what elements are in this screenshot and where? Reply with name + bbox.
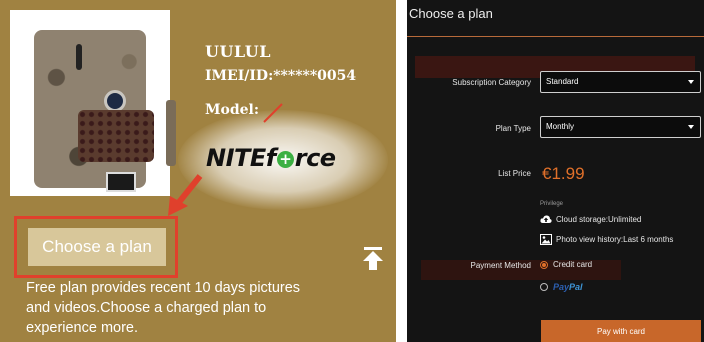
list-price-label: List Price: [498, 169, 531, 178]
radio-unselected-icon: [540, 283, 548, 291]
list-price-value: €1.99: [542, 164, 585, 183]
pay-with-card-button[interactable]: Pay with card: [541, 320, 701, 342]
device-panel: UULUL IMEI/ID:******0054 Model: NITEf + rc…: [0, 0, 396, 342]
image-icon: [540, 234, 552, 245]
subscription-category-label: Subscription Category: [452, 78, 531, 87]
privilege-cloud-storage: Cloud storage:Unlimited: [540, 214, 641, 225]
cloud-icon: [540, 215, 552, 223]
chevron-down-icon: [688, 80, 694, 84]
privilege-text: Cloud storage:Unlimited: [556, 215, 642, 224]
payment-method-label: Payment Method: [470, 261, 531, 270]
choose-plan-dialog: Choose a plan Subscription Category Stan…: [407, 0, 704, 342]
paypal-logo: PayPal: [553, 282, 583, 292]
subscription-category-value: Standard: [546, 77, 579, 86]
privilege-label: Privilege: [540, 201, 564, 207]
privilege-photo-history: Photo view history:Last 6 months: [540, 234, 673, 245]
plan-type-label: Plan Type: [495, 124, 531, 133]
choose-plan-button[interactable]: Choose a plan: [28, 228, 166, 266]
title-divider: [407, 36, 704, 37]
upload-icon[interactable]: [362, 246, 384, 272]
plan-type-value: Monthly: [546, 122, 575, 131]
panel-divider: [396, 0, 407, 342]
free-plan-description: Free plan provides recent 10 days pictur…: [26, 280, 301, 336]
credit-card-label: Credit card: [553, 260, 593, 269]
payment-option-credit-card[interactable]: Credit card: [540, 260, 592, 269]
chevron-down-icon: [688, 125, 694, 129]
privilege-text: Photo view history:Last 6 months: [556, 235, 674, 244]
subscription-category-select[interactable]: Standard: [540, 71, 701, 93]
plan-type-select[interactable]: Monthly: [540, 116, 701, 138]
dialog-title: Choose a plan: [409, 6, 493, 21]
radio-selected-icon: [540, 260, 548, 269]
payment-option-paypal[interactable]: PayPal: [540, 282, 583, 292]
